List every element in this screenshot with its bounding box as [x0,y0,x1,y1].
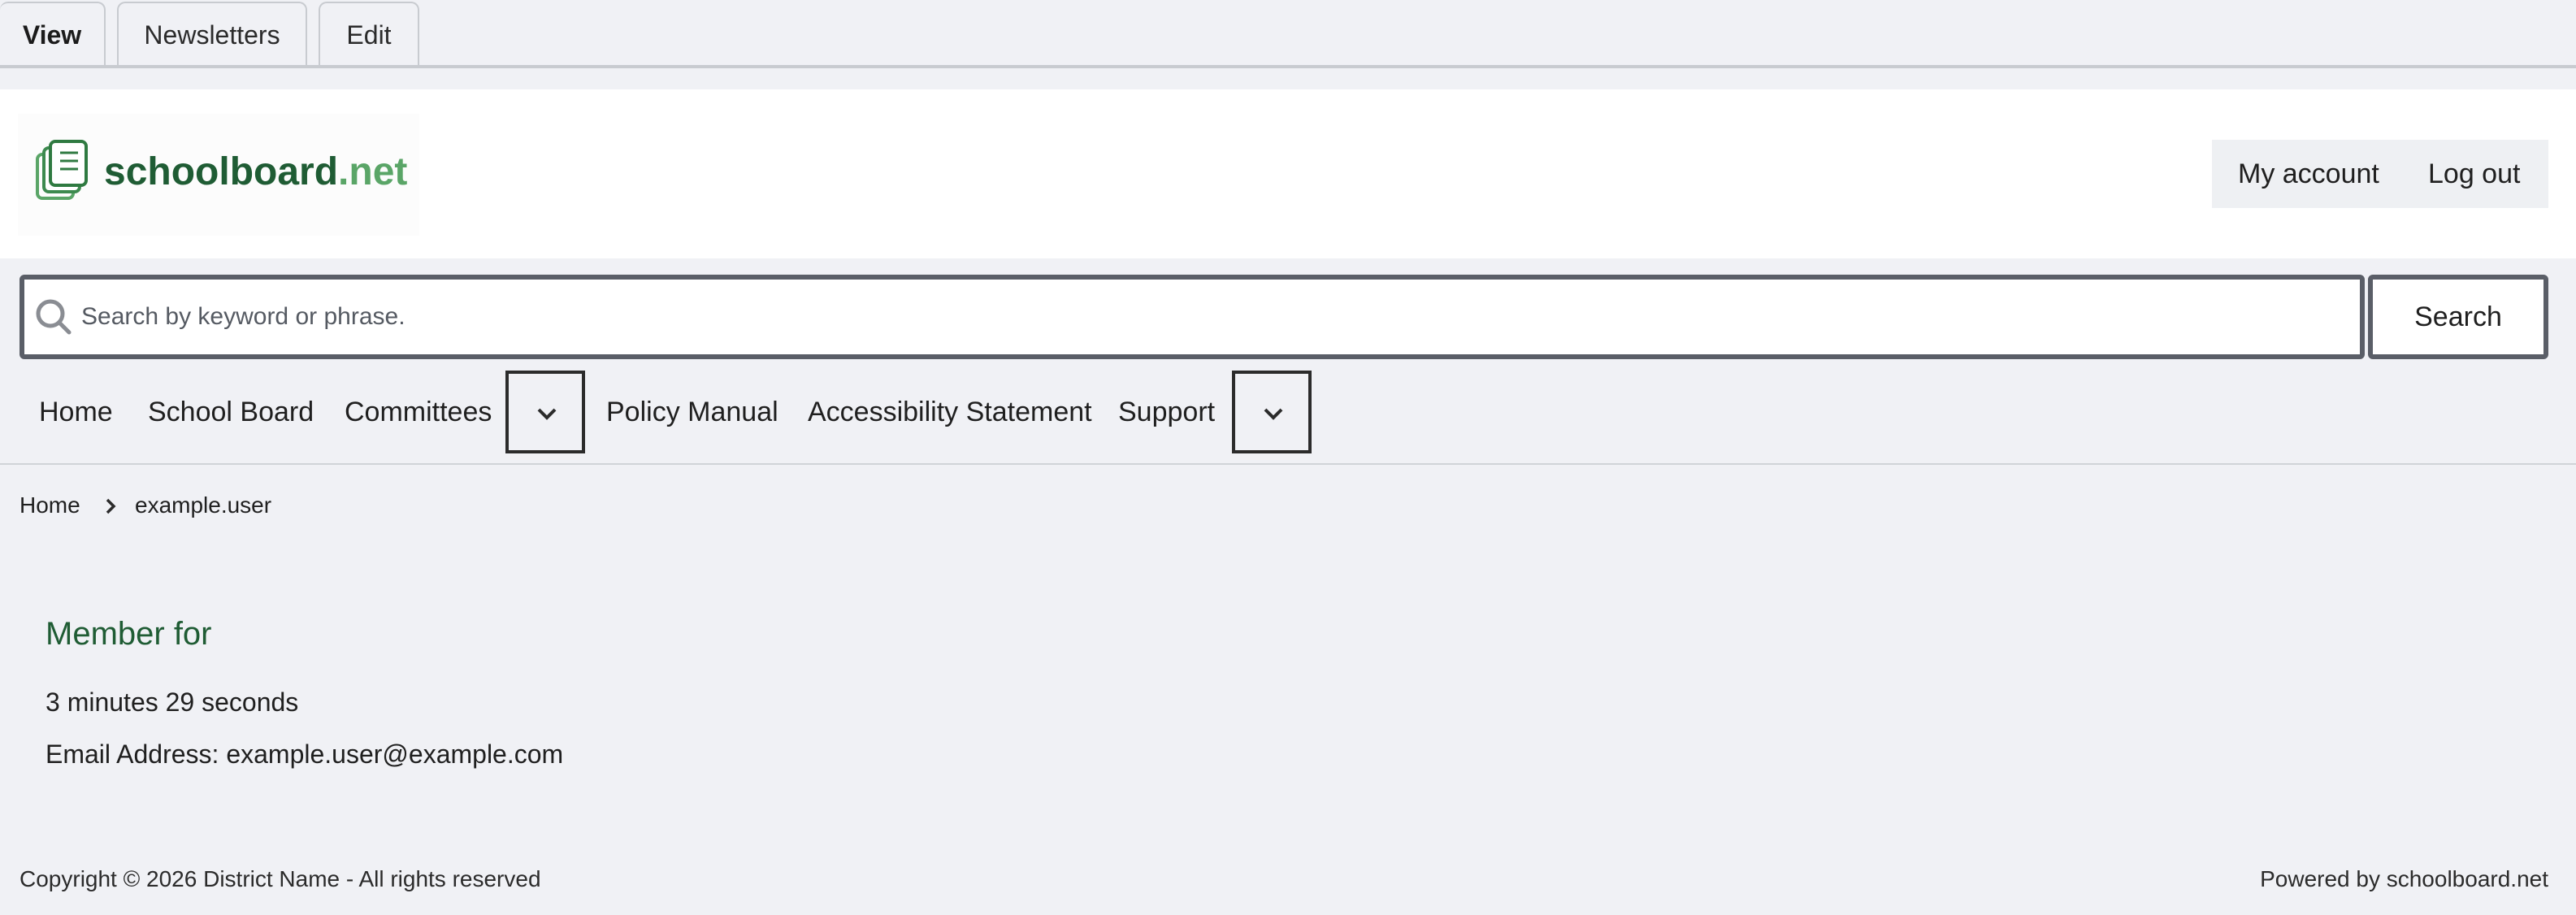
chevron-right-icon [101,496,120,522]
nav-item-policy-manual[interactable]: Policy Manual [606,364,778,460]
documents-icon [34,140,94,207]
search-icon [34,297,73,340]
site-logo[interactable]: schoolboard.net [18,114,419,236]
account-menu: My account Log out [2212,140,2548,208]
logo-name: schoolboard [104,150,339,193]
logo-tld: .net [338,150,408,193]
logo-text: schoolboard.net [104,150,407,194]
nav-item-committees[interactable]: Committees [345,364,492,460]
nav-item-school-board[interactable]: School Board [148,364,314,460]
email-address: Email Address: example.user@example.com [46,739,564,769]
tab-edit[interactable]: Edit [319,2,419,65]
chevron-down-icon [537,408,557,420]
main-navigation: Home School Board Committees Policy Manu… [0,364,2576,465]
copyright-text: Copyright © 2026 District Name - All rig… [20,866,541,891]
search-input[interactable] [81,280,2348,354]
chevron-down-icon [1264,408,1283,420]
log-out-link[interactable]: Log out [2428,140,2520,208]
local-tasks-tabs: View Newsletters Edit [0,0,2576,68]
member-for-label: Member for [46,616,212,652]
site-header: schoolboard.net My account Log out [0,89,2576,258]
my-account-link[interactable]: My account [2238,140,2379,208]
nav-item-support[interactable]: Support [1118,364,1215,460]
support-submenu-toggle[interactable] [1232,371,1312,453]
powered-by-text: Powered by schoolboard.net [2260,866,2548,891]
committees-submenu-toggle[interactable] [505,371,585,453]
breadcrumb-home[interactable]: Home [20,489,80,522]
nav-item-home[interactable]: Home [39,364,113,460]
nav-item-accessibility-statement[interactable]: Accessibility Statement [808,364,1092,460]
tab-newsletters[interactable]: Newsletters [117,2,307,65]
breadcrumb-current: example.user [135,492,272,518]
tab-view[interactable]: View [0,2,106,65]
search-button[interactable]: Search [2368,275,2548,359]
search-form [20,275,2365,359]
member-for-value: 3 minutes 29 seconds [46,687,299,717]
